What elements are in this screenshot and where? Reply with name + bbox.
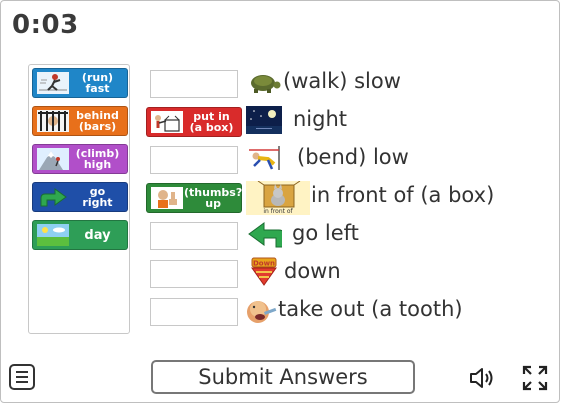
tile-label: put in (a box) [189, 110, 234, 134]
drop-slot-3[interactable] [150, 146, 238, 174]
sunny-field-icon [36, 223, 70, 247]
tile-climb-high[interactable]: (climb) high [32, 144, 128, 174]
timer: 0:03 [12, 10, 79, 40]
tile-label: behind (bars) [76, 109, 119, 133]
drop-slot-2[interactable]: put in (a box) [146, 107, 242, 137]
tile-thumbs-up[interactable]: (thumbs? up [146, 183, 242, 213]
down-arrow-icon: Down [246, 257, 282, 286]
drop-slot-4[interactable]: (thumbs? up [146, 183, 242, 213]
turtle-icon [246, 68, 282, 96]
drop-slot-7[interactable] [150, 298, 238, 326]
drop-slot-6[interactable] [150, 260, 238, 288]
row-label: take out (a tooth) [278, 297, 463, 321]
tile-put-in-a-box[interactable]: put in (a box) [146, 107, 242, 137]
drop-slot-5[interactable] [150, 222, 238, 250]
row-label: in front of (a box) [311, 183, 495, 207]
tile-day[interactable]: day [32, 220, 128, 250]
arrow-right-icon [36, 185, 70, 209]
running-person-icon [36, 71, 70, 95]
icon-caption: Down [253, 260, 275, 268]
row-label: (walk) slow [283, 69, 401, 93]
arrow-left-icon [246, 220, 282, 248]
row-label: go left [292, 221, 359, 245]
word-bank: (run) fast behind (bars) (climb) high go… [28, 64, 130, 334]
row-label: (bend) low [297, 145, 409, 169]
tooth-extraction-icon [244, 297, 280, 325]
thumbs-up-icon [150, 186, 184, 210]
jail-bars-icon [36, 109, 70, 133]
tile-run-fast[interactable]: (run) fast [32, 68, 128, 98]
row-label: night [293, 107, 348, 131]
box-icon [150, 110, 184, 134]
tile-label: (thumbs? up [184, 186, 243, 210]
tile-behind-bars[interactable]: behind (bars) [32, 106, 128, 136]
row-label: down [284, 259, 341, 283]
icon-caption: in front of [263, 208, 293, 215]
hamburger-menu-icon[interactable] [9, 364, 35, 390]
bending-person-icon [246, 144, 282, 172]
tile-go-right[interactable]: go right [32, 182, 128, 212]
cat-in-front-of-box-icon: in front of [246, 181, 310, 215]
tile-label: go right [82, 185, 113, 209]
night-sky-icon [246, 106, 282, 134]
submit-answers-button[interactable]: Submit Answers [151, 360, 415, 394]
tile-label: (run) fast [81, 71, 114, 95]
drop-slot-1[interactable] [150, 70, 238, 98]
tile-label: (climb) high [75, 147, 120, 171]
fullscreen-icon[interactable] [520, 363, 550, 393]
speaker-icon[interactable] [468, 365, 498, 391]
mountain-climb-icon [36, 147, 70, 171]
tile-label: day [84, 227, 111, 243]
